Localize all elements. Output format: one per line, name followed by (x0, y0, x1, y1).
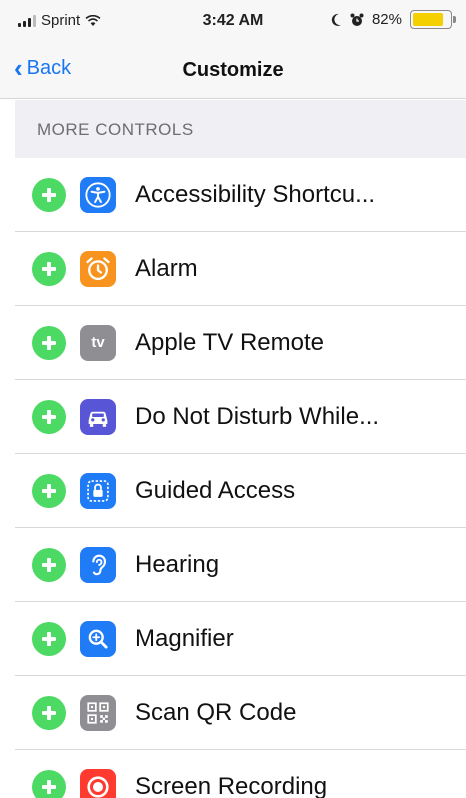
status-bar: Sprint 3:42 AM 82% (0, 0, 466, 44)
add-control-button[interactable] (32, 621, 66, 656)
controls-list: Accessibility Shortcu... Alarm tv Apple TV … (15, 158, 466, 798)
back-button[interactable]: ‹ Back (14, 53, 72, 83)
alarm-icon (350, 13, 364, 26)
alarm-clock-icon (80, 250, 116, 287)
control-row[interactable]: Do Not Disturb While... (15, 380, 466, 454)
control-label: Do Not Disturb While... (135, 402, 380, 430)
back-label: Back (26, 56, 72, 79)
lock-icon (80, 472, 116, 509)
add-control-button[interactable] (32, 547, 66, 582)
control-label: Magnifier (135, 624, 234, 652)
control-row[interactable]: Magnifier (15, 602, 466, 676)
status-right: 82% (330, 10, 456, 29)
control-label: Scan QR Code (135, 698, 297, 726)
control-row[interactable]: Screen Recording (15, 750, 466, 798)
control-row[interactable]: Hearing (15, 528, 466, 602)
control-row[interactable]: Guided Access (15, 454, 466, 528)
add-control-button[interactable] (32, 325, 66, 360)
add-control-button[interactable] (32, 251, 66, 286)
navigation-bar: ‹ Back Customize (0, 44, 466, 99)
qr-code-icon (80, 694, 116, 731)
moon-icon (331, 13, 341, 26)
add-control-button[interactable] (32, 177, 66, 212)
add-control-button[interactable] (32, 473, 66, 508)
add-control-button[interactable] (32, 769, 66, 798)
control-label: Alarm (135, 254, 198, 282)
accessibility-icon (80, 176, 116, 213)
chevron-left-icon: ‹ (14, 53, 23, 83)
ear-icon (80, 546, 116, 583)
icon-text: tv (91, 334, 105, 351)
control-row[interactable]: Accessibility Shortcu... (15, 158, 466, 232)
add-control-button[interactable] (32, 399, 66, 434)
control-row[interactable]: Scan QR Code (15, 676, 466, 750)
apple-tv-icon: tv (80, 324, 116, 361)
battery-percent: 82% (371, 11, 402, 28)
add-control-button[interactable] (32, 695, 66, 730)
control-label: Hearing (135, 550, 220, 578)
control-row[interactable]: Alarm (15, 232, 466, 306)
control-label: Guided Access (135, 476, 296, 504)
section-header: MORE CONTROLS (15, 100, 466, 158)
screen-record-icon (80, 768, 116, 798)
battery-level (413, 13, 443, 26)
control-label: Apple TV Remote (135, 328, 324, 356)
control-label: Accessibility Shortcu... (135, 180, 376, 208)
battery-icon (410, 10, 456, 29)
control-label: Screen Recording (135, 772, 328, 798)
control-row[interactable]: tv Apple TV Remote (15, 306, 466, 380)
car-icon (80, 398, 116, 435)
magnifier-icon (80, 620, 116, 657)
